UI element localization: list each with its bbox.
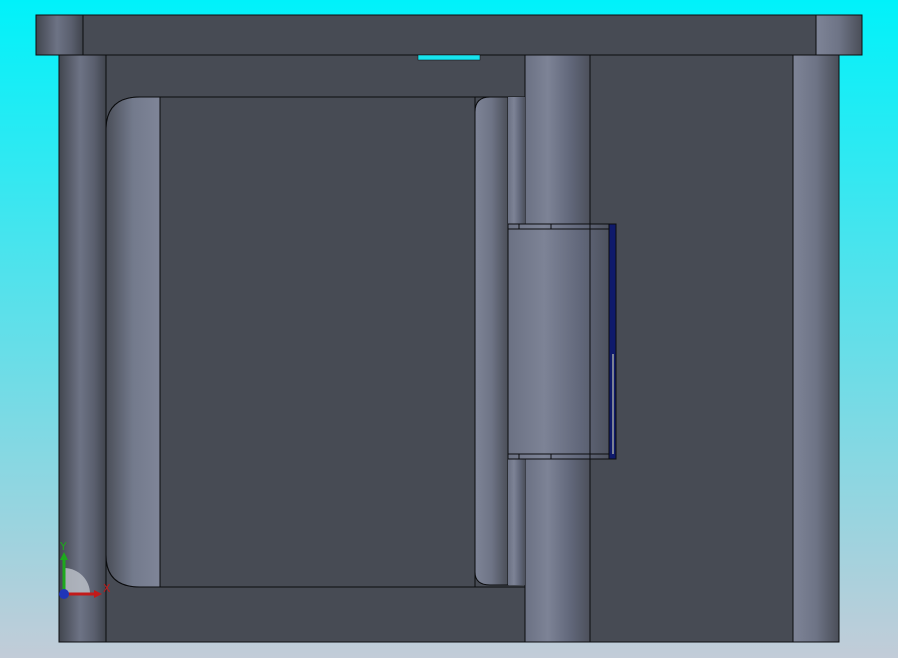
pin-housing[interactable] (507, 223, 613, 460)
model-canvas[interactable]: Y X (0, 0, 898, 658)
left-pocket-fillet (105, 96, 161, 588)
triad-x-label: X (103, 582, 111, 595)
left-side-rail[interactable] (58, 54, 107, 643)
right-side-rail[interactable] (792, 54, 840, 643)
blue-face-highlight (612, 354, 614, 454)
triad-origin (59, 589, 69, 599)
pocket-floor (159, 96, 476, 588)
triad-y-label: Y (59, 540, 67, 553)
cad-viewport[interactable]: Y X (0, 0, 898, 658)
top-slot (417, 54, 481, 61)
right-pocket-fillet (474, 96, 509, 586)
top-plate[interactable] (35, 14, 863, 56)
